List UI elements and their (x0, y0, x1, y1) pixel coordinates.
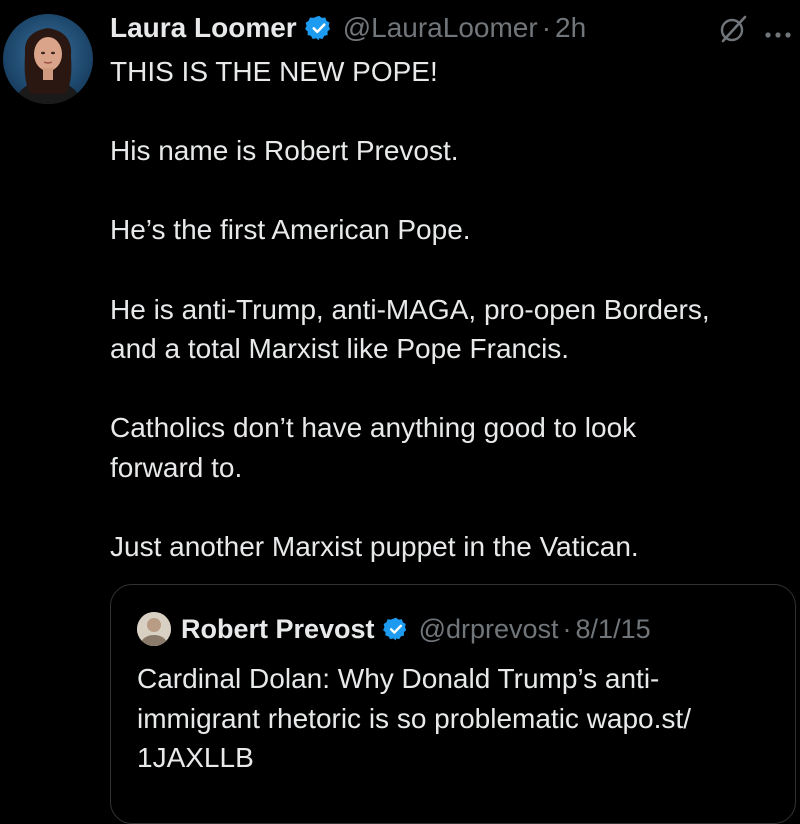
quoted-tweet-timestamp[interactable]: 8/1/15 (576, 614, 651, 645)
grok-icon[interactable] (718, 14, 748, 44)
avatar-portrait-icon (14, 28, 82, 104)
author-avatar[interactable] (3, 14, 93, 104)
quoted-tweet-body-text: Cardinal Dolan: Why Donald Trump’s anti-… (137, 663, 691, 774)
quoted-verified-badge-icon[interactable] (382, 616, 409, 642)
quoted-avatar-portrait-icon (137, 612, 171, 646)
more-options-icon[interactable] (764, 26, 792, 38)
quoted-author-display-name[interactable]: Robert Prevost (181, 614, 375, 645)
author-display-name[interactable]: Laura Loomer (110, 12, 297, 44)
verified-badge-icon[interactable] (304, 14, 333, 42)
quoted-tweet-card[interactable]: Robert Prevost @drprevost · 8/1/15 Cardi… (110, 584, 796, 824)
tweet-header: Laura Loomer @LauraLoomer · 2h (110, 8, 586, 48)
author-handle[interactable]: @LauraLoomer (343, 12, 538, 44)
tweet: Laura Loomer @LauraLoomer · 2h THIS IS T… (0, 0, 800, 824)
header-separator: · (541, 12, 552, 43)
quoted-header-separator: · (562, 613, 572, 644)
quoted-tweet-header: Robert Prevost @drprevost · 8/1/15 (137, 609, 651, 649)
tweet-body-text: THIS IS THE NEW POPE! His name is Robert… (110, 56, 710, 563)
quoted-author-avatar[interactable] (137, 612, 171, 646)
quoted-author-handle[interactable]: @drprevost (419, 614, 559, 645)
tweet-timestamp[interactable]: 2h (555, 12, 586, 44)
